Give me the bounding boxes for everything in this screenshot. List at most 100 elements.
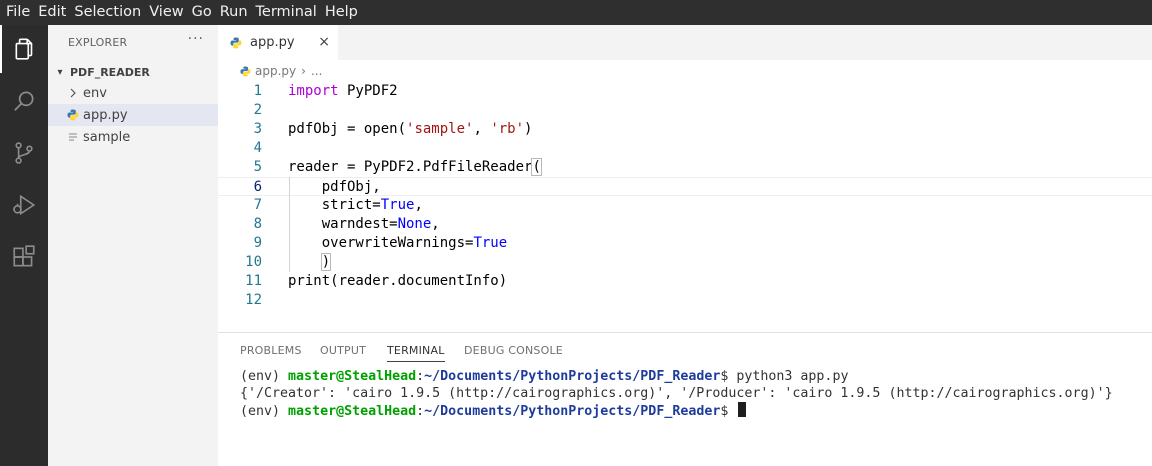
tab-app-py[interactable]: app.py × — [218, 25, 338, 60]
code-line[interactable]: 4 — [218, 139, 1152, 158]
code-token: None — [397, 216, 432, 232]
line-number: 11 — [245, 273, 262, 289]
line-number: 4 — [253, 140, 262, 156]
tree-item-env[interactable]: env — [48, 82, 218, 104]
code-line[interactable]: 3 pdfObj = open('sample', 'rb') — [218, 120, 1152, 139]
bottom-panel: PROBLEMS OUTPUT TERMINAL DEBUG CONSOLE (… — [218, 332, 1152, 466]
menu-selection[interactable]: Selection — [68, 0, 141, 25]
line-number: 2 — [253, 102, 262, 118]
menu-run[interactable]: Run — [214, 0, 248, 25]
code-token: True — [380, 197, 415, 213]
terminal-path: ~/Documents/PythonProjects/PDF_Reader — [424, 369, 721, 384]
line-number: 12 — [245, 292, 262, 308]
python-file-icon — [240, 65, 251, 77]
folder-pdf-reader[interactable]: ▾ PDF_READER — [48, 62, 218, 82]
code-token: reader = PyPDF2.PdfFileReader — [288, 159, 533, 175]
menu-help[interactable]: Help — [319, 0, 358, 25]
sidebar-title: EXPLORER — [68, 36, 128, 49]
menu-view[interactable]: View — [143, 0, 183, 25]
explorer-sidebar: EXPLORER ··· ▾ PDF_READER env app.py sam… — [48, 25, 218, 466]
code-token: True — [473, 235, 508, 251]
editor-tab-bar: app.py × — [218, 25, 1152, 60]
tree-item-app-py[interactable]: app.py — [48, 104, 218, 126]
code-token: import — [288, 83, 339, 99]
terminal-line: (env) master@StealHead:~/Documents/Pytho… — [240, 402, 1113, 419]
code-token: pdfObj = open( — [288, 121, 407, 137]
tree-item-label: app.py — [83, 107, 128, 123]
code-text: ) — [288, 253, 332, 272]
tree-item-label: env — [83, 85, 107, 101]
terminal-user: master@StealHead — [288, 369, 417, 384]
terminal-prompt: $ — [720, 369, 737, 384]
code-text: import PyPDF2 — [288, 82, 398, 101]
code-token: , — [414, 197, 423, 213]
text-file-icon — [66, 132, 80, 142]
terminal-line: {'/Creator': 'cairo 1.9.5 (http://cairog… — [240, 386, 1113, 401]
line-number: 8 — [253, 216, 262, 232]
line-number: 5 — [253, 159, 262, 175]
code-line[interactable]: 2 — [218, 101, 1152, 120]
line-number: 7 — [253, 197, 262, 213]
code-line[interactable]: 10 ) — [218, 253, 1152, 272]
menu-file[interactable]: File — [0, 0, 30, 25]
close-icon[interactable]: × — [318, 34, 330, 50]
breadcrumb-file[interactable]: app.py — [255, 64, 296, 78]
terminal-output[interactable]: (env) master@StealHead:~/Documents/Pytho… — [240, 368, 1113, 419]
code-line[interactable]: 8 warndest=None, — [218, 215, 1152, 234]
more-actions-icon[interactable]: ··· — [188, 31, 204, 47]
tree-item-label: sample — [83, 129, 131, 145]
line-number: 3 — [253, 121, 262, 137]
code-text: print(reader.documentInfo) — [288, 272, 507, 291]
code-text: warndest=None, — [288, 215, 440, 234]
tab-problems[interactable]: PROBLEMS — [240, 344, 302, 357]
tab-label: app.py — [250, 35, 295, 50]
tab-debug-console[interactable]: DEBUG CONSOLE — [464, 344, 563, 357]
env-prefix: (env) — [240, 404, 289, 419]
breadcrumb: app.py › ... — [218, 60, 1152, 82]
run-debug-icon[interactable] — [0, 181, 48, 229]
source-control-icon[interactable] — [0, 129, 48, 177]
explorer-icon[interactable] — [0, 25, 48, 73]
breadcrumb-more[interactable]: ... — [311, 64, 322, 78]
code-line[interactable]: 1 import PyPDF2 — [218, 82, 1152, 101]
terminal-user: master@StealHead — [288, 404, 417, 419]
code-line[interactable]: 7 strict=True, — [218, 196, 1152, 215]
code-line[interactable]: 6 pdfObj, — [218, 177, 1152, 196]
code-token: ) — [524, 121, 533, 137]
indent-guide — [289, 177, 290, 272]
terminal-prompt: $ — [720, 404, 737, 419]
tree-item-sample[interactable]: sample — [48, 126, 218, 148]
activity-bar — [0, 25, 48, 466]
terminal-cursor — [738, 402, 747, 417]
code-text: pdfObj = open('sample', 'rb') — [288, 120, 532, 139]
code-text: overwriteWarnings=True — [288, 234, 507, 253]
terminal-path: ~/Documents/PythonProjects/PDF_Reader — [424, 404, 721, 419]
breadcrumb-separator: › — [301, 64, 306, 78]
code-token: strict= — [288, 197, 381, 213]
code-line[interactable]: 9 overwriteWarnings=True — [218, 234, 1152, 253]
search-icon[interactable] — [0, 77, 48, 125]
tab-terminal[interactable]: TERMINAL — [387, 344, 445, 362]
extensions-icon[interactable] — [0, 233, 48, 281]
tab-output[interactable]: OUTPUT — [320, 344, 366, 357]
line-number: 9 — [253, 235, 262, 251]
menu-go[interactable]: Go — [186, 0, 212, 25]
menu-edit[interactable]: Edit — [32, 0, 66, 25]
terminal-colon: : — [416, 369, 425, 384]
code-text: reader = PyPDF2.PdfFileReader( — [288, 158, 542, 177]
chevron-down-icon: ▾ — [57, 66, 63, 78]
code-token: ) — [320, 253, 332, 271]
code-text: strict=True, — [288, 196, 423, 215]
code-line[interactable]: 12 — [218, 291, 1152, 310]
code-token: warndest= — [288, 216, 398, 232]
code-line[interactable]: 5 reader = PyPDF2.PdfFileReader( — [218, 158, 1152, 177]
folder-label: PDF_READER — [70, 65, 150, 79]
code-token: ( — [531, 158, 542, 176]
code-editor[interactable]: 1 import PyPDF2 2 3 pdfObj = open('sample', … — [218, 82, 1152, 332]
menu-terminal[interactable]: Terminal — [250, 0, 317, 25]
code-token: PyPDF2 — [338, 83, 398, 99]
code-token: 'sample' — [406, 121, 474, 137]
code-line[interactable]: 11 print(reader.documentInfo) — [218, 272, 1152, 291]
env-prefix: (env) — [240, 369, 289, 384]
